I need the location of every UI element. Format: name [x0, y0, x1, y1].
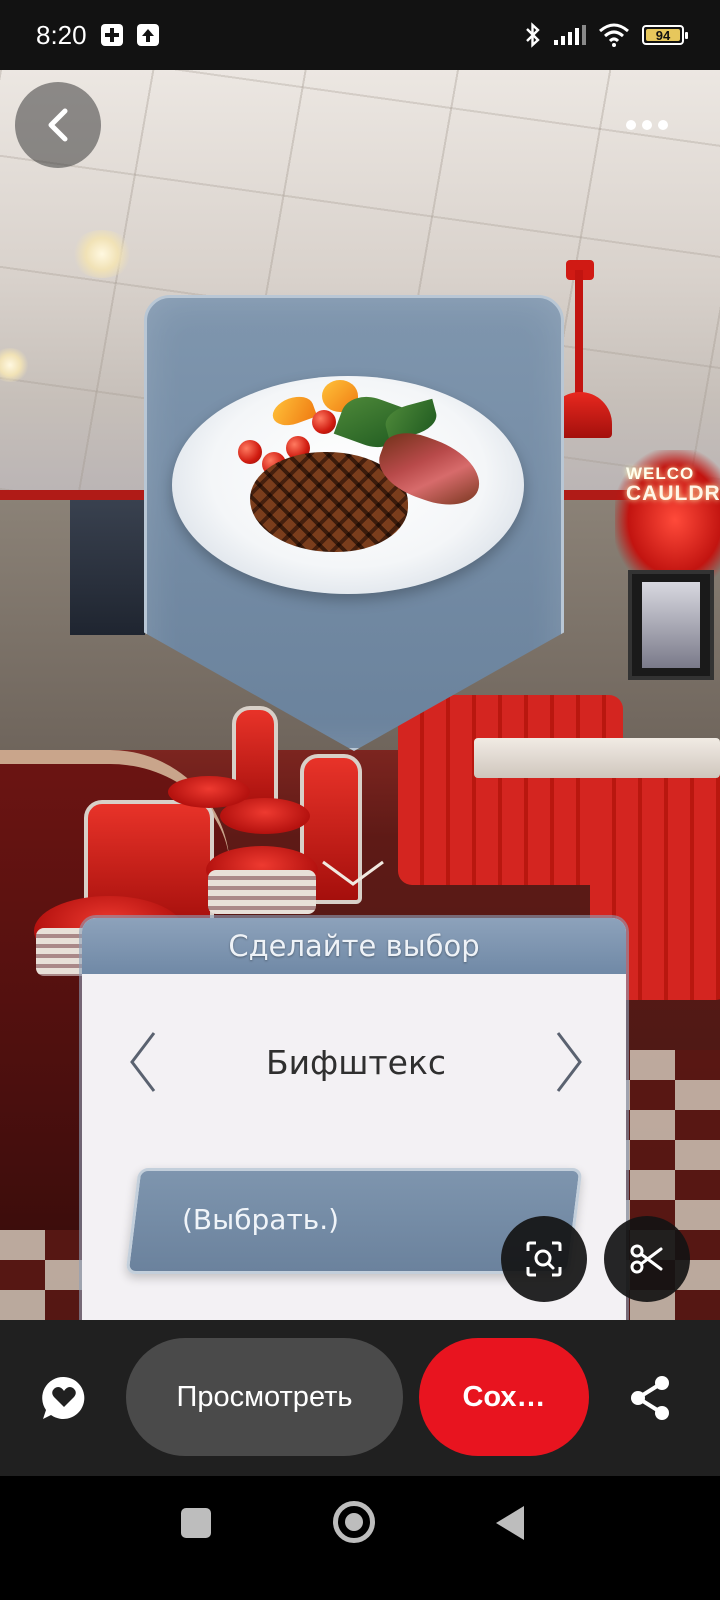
choice-value: Бифштекс [265, 1042, 447, 1082]
next-option-button[interactable] [552, 1027, 588, 1097]
upload-icon [136, 24, 159, 46]
navigation-bar [0, 1476, 720, 1600]
bluetooth-icon [526, 22, 540, 48]
chevron-left-icon [48, 108, 68, 142]
comment-heart-icon [42, 1376, 85, 1419]
view-button[interactable]: Просмотреть [126, 1338, 403, 1456]
signal-icon [554, 25, 586, 45]
share-icon [631, 1376, 669, 1420]
cherry-tomato [312, 410, 336, 434]
choice-selector: Бифштекс [82, 1022, 626, 1102]
status-time: 8:20 [36, 19, 87, 50]
wall-poster [628, 570, 714, 680]
more-options-button[interactable] [612, 100, 682, 150]
select-button-label: (Выбрать.) [182, 1203, 340, 1236]
more-dots-icon [626, 120, 636, 130]
choice-header: Сделайте выбор [82, 918, 626, 974]
cutout-button[interactable] [604, 1216, 690, 1302]
cherry-tomato [238, 440, 262, 464]
more-dots-icon [658, 120, 668, 130]
neon-sign-main-text: CAULDR [626, 482, 720, 505]
battery-icon: 94 [642, 25, 688, 45]
save-button[interactable]: Сох… [419, 1338, 589, 1456]
visual-search-button[interactable] [501, 1216, 587, 1302]
more-dots-icon [642, 120, 652, 130]
comment-button[interactable] [36, 1370, 92, 1426]
recents-square-icon[interactable] [181, 1508, 211, 1538]
hanging-lamp-cord [575, 270, 583, 400]
bar-stool [168, 776, 250, 808]
diner-table [474, 738, 720, 778]
status-right-icons: 94 [524, 22, 688, 48]
action-bar: Просмотреть Сох… [0, 1320, 720, 1476]
back-button[interactable] [15, 82, 101, 168]
battery-saver-icon [100, 24, 123, 46]
visual-search-icon [526, 1241, 562, 1277]
back-triangle-icon[interactable] [496, 1506, 524, 1540]
battery-level: 94 [655, 27, 671, 43]
status-bar: 8:20 94 [0, 0, 720, 70]
home-circle-icon[interactable] [333, 1501, 375, 1543]
bar-stool-base [208, 870, 316, 914]
scissors-icon [630, 1244, 663, 1274]
status-left-icons [100, 24, 159, 46]
ceiling-lamp [70, 230, 134, 278]
back-window [70, 495, 145, 635]
wifi-icon [599, 23, 629, 47]
choice-title: Сделайте выбор [228, 929, 480, 963]
chevron-down-icon[interactable] [320, 858, 386, 888]
neon-sign-top-text: WELCO [626, 464, 695, 483]
share-button[interactable] [622, 1368, 678, 1428]
prev-option-button[interactable] [124, 1027, 160, 1097]
